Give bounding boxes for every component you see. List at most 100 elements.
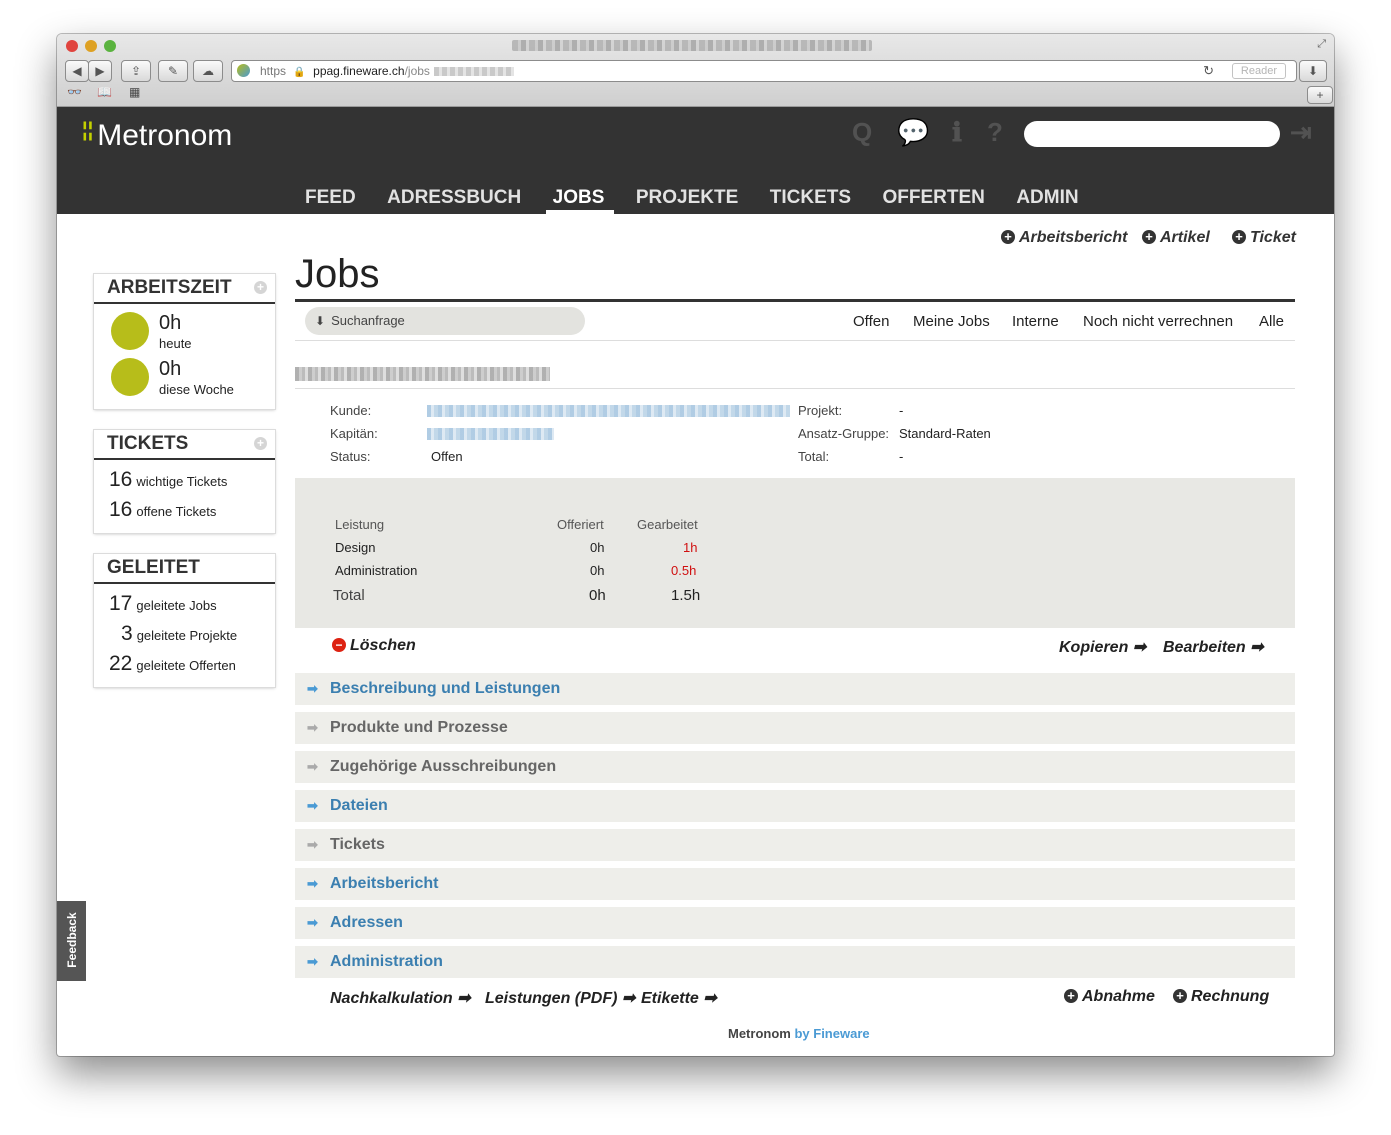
led-projects-link[interactable]: 3 geleitete Projekte — [121, 622, 237, 646]
cloud-icon[interactable]: ☁ — [193, 60, 223, 82]
arrow-right-icon: ➡ — [307, 915, 318, 930]
nav-projekte[interactable]: PROJEKTE — [636, 188, 738, 214]
projekt-label: Projekt: — [798, 403, 843, 418]
section-dateien[interactable]: ➡ Dateien — [295, 790, 1295, 822]
chat-icon[interactable]: 💬 — [897, 117, 929, 148]
geleitet-panel: GELEITET 17 geleitete Jobs 3 geleitete Pro… — [94, 554, 275, 687]
filter-meine-jobs[interactable]: Meine Jobs — [913, 313, 990, 330]
nav-tickets[interactable]: TICKETS — [770, 188, 851, 214]
arbeitszeit-panel: ARBEITSZEIT + 0h heute 0h diese Woche — [94, 274, 275, 409]
add-arbeitszeit-icon[interactable]: + — [254, 281, 267, 294]
led-offers-link[interactable]: 22 geleitete Offerten — [109, 652, 236, 676]
tickets-title: TICKETS — [94, 430, 275, 460]
etikette-button[interactable]: Etikette ➡ — [641, 988, 717, 1008]
footer-fineware-link[interactable]: by Fineware — [794, 1026, 869, 1041]
nav-adressbuch[interactable]: ADRESSBUCH — [387, 188, 521, 214]
hours-today: 0h — [159, 312, 182, 334]
site-icon — [237, 64, 250, 77]
table-row-offeriert: 0h — [590, 540, 605, 555]
filter-interne[interactable]: Interne — [1012, 313, 1059, 330]
back-button[interactable]: ◀ — [65, 60, 89, 82]
section-tickets[interactable]: ➡ Tickets — [295, 829, 1295, 861]
share-icon[interactable]: ⇪ — [121, 60, 151, 82]
column-header-offeriert: Offeriert — [557, 517, 604, 532]
edit-button[interactable]: Bearbeiten ➡ — [1163, 637, 1264, 657]
quick-search-icon[interactable]: Q — [852, 117, 872, 148]
filter-alle[interactable]: Alle — [1259, 313, 1284, 330]
reload-icon[interactable]: ↻ — [1203, 61, 1214, 81]
filter-offen[interactable]: Offen — [853, 313, 889, 330]
total-row-gearbeitet: 1.5h — [671, 587, 701, 604]
leistungen-pdf-button[interactable]: Leistungen (PDF) ➡ — [485, 988, 635, 1008]
add-ticket-button[interactable]: + Ticket — [1232, 229, 1296, 247]
add-rechnung-button[interactable]: + Rechnung — [1173, 988, 1269, 1006]
led-jobs-link[interactable]: 17 geleitete Jobs — [109, 592, 217, 616]
reading-list-icon[interactable]: 👓 — [67, 85, 82, 99]
delete-button[interactable]: − Löschen — [332, 637, 416, 655]
info-icon[interactable]: ℹ — [952, 117, 962, 148]
footer: Metronom by Fineware — [728, 1026, 870, 1041]
nav-offerten[interactable]: OFFERTEN — [882, 188, 984, 214]
projekt-value: - — [899, 403, 904, 418]
address-bar[interactable]: https 🔒 ppag.fineware.ch/jobs ↻ Reader — [231, 60, 1297, 82]
bookmarks-icon[interactable]: 📖 — [97, 85, 112, 99]
arrow-right-icon: ➡ — [621, 990, 636, 1007]
table-row-leistung: Administration — [335, 563, 418, 578]
copy-button[interactable]: Kopieren ➡ — [1059, 637, 1146, 657]
url-redacted — [433, 67, 514, 77]
top-sites-icon[interactable]: ▦ — [129, 85, 140, 99]
add-arbeitsbericht-button[interactable]: + Arbeitsbericht — [1001, 229, 1127, 247]
total-row-offeriert: 0h — [589, 587, 606, 604]
add-abnahme-button[interactable]: + Abnahme — [1064, 988, 1155, 1006]
section-beschreibung[interactable]: ➡ Beschreibung und Leistungen — [295, 673, 1295, 705]
feedback-tab[interactable]: Feedback — [57, 901, 86, 981]
kunde-link-redacted[interactable] — [427, 405, 790, 417]
footer-brand: Metronom — [728, 1026, 791, 1041]
total-label: Total: — [798, 449, 830, 464]
total-value: - — [899, 449, 904, 464]
minimize-window-button[interactable] — [85, 40, 97, 52]
tools-icon[interactable]: ✎ — [158, 60, 188, 82]
add-artikel-button[interactable]: + Artikel — [1142, 229, 1210, 247]
section-produkte[interactable]: ➡ Produkte und Prozesse — [295, 712, 1295, 744]
zoom-window-button[interactable] — [104, 40, 116, 52]
forward-button[interactable]: ▶ — [88, 60, 112, 82]
section-administration[interactable]: ➡ Administration — [295, 946, 1295, 978]
search-query-toggle[interactable]: ⬇ Suchanfrage — [305, 307, 585, 335]
add-ticket-icon[interactable]: + — [254, 437, 267, 450]
important-tickets-link[interactable]: 16 wichtige Tickets — [109, 468, 227, 492]
hours-today-label: heute — [159, 336, 192, 351]
kunde-label: Kunde: — [330, 403, 372, 418]
section-adressen[interactable]: ➡ Adressen — [295, 907, 1295, 939]
fullscreen-icon[interactable]: ⤢ — [1317, 38, 1326, 51]
nav-admin[interactable]: ADMIN — [1016, 188, 1078, 214]
status-dot — [111, 312, 149, 350]
filter-noch-nicht-verrechnen[interactable]: Noch nicht verrechnen — [1083, 313, 1233, 330]
close-window-button[interactable] — [66, 40, 78, 52]
section-ausschreibungen[interactable]: ➡ Zugehörige Ausschreibungen — [295, 751, 1295, 783]
window-title — [512, 40, 872, 51]
reader-button[interactable]: Reader — [1231, 63, 1286, 79]
nav-jobs[interactable]: JOBS — [545, 188, 615, 214]
tickets-panel: TICKETS + 16 wichtige Tickets 16 offene Ti… — [94, 430, 275, 533]
help-icon[interactable]: ? — [987, 117, 1003, 148]
open-tickets-link[interactable]: 16 offene Tickets — [109, 498, 216, 522]
section-arbeitsbericht[interactable]: ➡ Arbeitsbericht — [295, 868, 1295, 900]
new-tab-button[interactable]: + — [1307, 86, 1333, 104]
nav-feed[interactable]: FEED — [305, 188, 356, 214]
arrow-down-icon: ⬇ — [315, 314, 326, 328]
app-logo[interactable]: ¦¦ Metronom — [82, 119, 232, 153]
table-row-leistung: Design — [335, 540, 376, 555]
kapitaen-link-redacted[interactable] — [427, 428, 554, 440]
arrow-right-icon: ➡ — [307, 681, 318, 696]
minus-circle-icon: − — [332, 638, 346, 652]
downloads-icon[interactable]: ⬇ — [1299, 60, 1327, 82]
status-dot — [111, 358, 149, 396]
search-input[interactable] — [1024, 121, 1280, 147]
arrow-right-icon: ➡ — [307, 954, 318, 969]
logout-icon[interactable]: ⇥ — [1290, 117, 1312, 148]
table-row-gearbeitet: 0.5h — [671, 563, 697, 578]
leistungen-panel — [295, 478, 1295, 628]
nachkalkulation-button[interactable]: Nachkalkulation ➡ — [330, 988, 471, 1008]
arrow-right-icon: ➡ — [1132, 639, 1147, 656]
